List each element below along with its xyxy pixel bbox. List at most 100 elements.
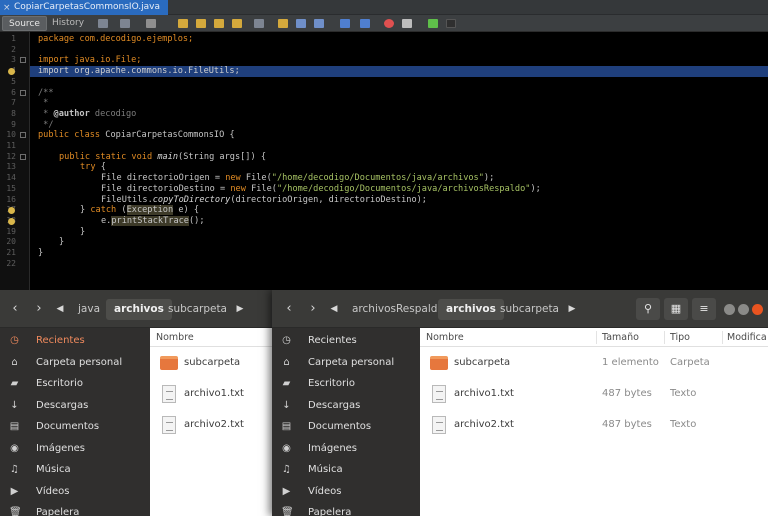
hint-bulb-icon[interactable] <box>8 217 15 225</box>
folder-icon <box>430 356 448 370</box>
sidebar-item-musica[interactable]: ♫ Música <box>0 459 150 480</box>
sidebar-item-papelera[interactable]: 🗑 Papelera <box>272 502 420 516</box>
toggle-rect-select-icon[interactable] <box>254 19 264 28</box>
sidebar-item-escritorio[interactable]: ▰ Escritorio <box>0 373 150 394</box>
hamburger-icon: ≡ <box>699 302 709 315</box>
sidebar-item-recientes[interactable]: ◷ Recientes <box>272 330 420 351</box>
fold-toggle-icon[interactable] <box>20 57 26 64</box>
breadcrumb-java[interactable]: java <box>70 299 108 320</box>
search-button[interactable]: ⚲ <box>636 298 660 320</box>
last-edit-icon[interactable] <box>98 19 108 28</box>
path-scroll-left-button[interactable]: ◀ <box>326 299 342 319</box>
sidebar-item-recientes[interactable]: ◷ Recientes <box>0 330 150 351</box>
line-number: 15 <box>6 183 16 193</box>
forward-icon[interactable] <box>146 19 156 28</box>
line-number: 1 <box>11 34 16 43</box>
stop-macro-icon[interactable] <box>402 19 412 28</box>
sidebar-item-escritorio[interactable]: ▰ Escritorio <box>272 373 420 394</box>
camera-icon: ◉ <box>282 442 291 454</box>
sidebar-item-videos[interactable]: ▶ Vídeos <box>272 481 420 502</box>
forward-button[interactable]: › <box>28 299 50 319</box>
column-header-modified[interactable]: Modifica <box>727 328 767 347</box>
file-row-archivo2[interactable]: archivo2.txt 487 bytes Texto <box>420 410 768 440</box>
menu-button[interactable]: ≡ <box>692 298 716 320</box>
breadcrumb-archivos-respaldo[interactable]: archivosRespaldo <box>344 299 452 320</box>
sidebar-item-imagenes[interactable]: ◉ Imágenes <box>272 438 420 459</box>
text-file-icon <box>162 416 176 434</box>
line-number: 5 <box>11 76 16 86</box>
video-icon: ▶ <box>10 485 19 497</box>
file-row-archivo1[interactable]: archivo1.txt 487 bytes Texto <box>420 379 768 409</box>
sidebar-item-videos[interactable]: ▶ Vídeos <box>0 481 150 502</box>
path-scroll-right-button[interactable]: ▶ <box>564 299 580 319</box>
find-next-icon[interactable] <box>214 19 224 28</box>
back-icon[interactable] <box>120 19 130 28</box>
line-number: 8 <box>11 108 16 118</box>
fold-toggle-icon[interactable] <box>20 89 26 96</box>
maximize-button[interactable] <box>738 304 749 315</box>
uncomment-icon[interactable] <box>446 19 456 28</box>
line-number: 12 <box>6 151 16 161</box>
column-header-name[interactable]: Nombre <box>426 328 464 347</box>
code-area[interactable]: package com.decodigo.ejemplos; import ja… <box>38 32 768 290</box>
sidebar-item-papelera[interactable]: 🗑 Papelera <box>0 502 150 516</box>
code-line-9: */ <box>38 119 54 130</box>
column-separator[interactable] <box>664 331 665 344</box>
code-line-12: public static void main(String args[]) { <box>59 151 266 162</box>
file-row-subcarpeta[interactable]: subcarpeta 1 elemento Carpeta <box>420 348 768 378</box>
next-bookmark-icon[interactable] <box>296 19 306 28</box>
column-separator[interactable] <box>722 331 723 344</box>
breadcrumb-subcarpeta[interactable]: subcarpeta <box>492 299 567 320</box>
editor-tab[interactable]: × CopiarCarpetasCommonsIO.java <box>0 0 169 16</box>
source-button[interactable]: Source <box>2 16 47 31</box>
line-number: 14 <box>6 173 16 183</box>
view-toggle-button[interactable]: ▦ <box>664 298 688 320</box>
line-number: 11 <box>6 141 16 150</box>
sidebar-item-descargas[interactable]: ↓ Descargas <box>0 395 150 416</box>
text-file-icon <box>432 385 446 403</box>
previous-bookmark-icon[interactable] <box>278 19 288 28</box>
back-button[interactable]: ‹ <box>4 299 26 319</box>
minimize-button[interactable] <box>724 304 735 315</box>
find-previous-icon[interactable] <box>196 19 206 28</box>
editor-tab-title: CopiarCarpetasCommonsIO.java <box>14 2 161 12</box>
sidebar-item-carpeta-personal[interactable]: ⌂ Carpeta personal <box>0 352 150 373</box>
close-icon[interactable]: × <box>3 1 11 16</box>
clock-icon: ◷ <box>282 335 291 346</box>
toggle-bookmark-icon[interactable] <box>314 19 324 28</box>
file-list: Nombre Tamaño Tipo Modifica subcarpeta 1… <box>420 328 768 516</box>
fold-toggle-icon[interactable] <box>20 132 26 139</box>
column-separator[interactable] <box>596 331 597 344</box>
sidebar-item-descargas[interactable]: ↓ Descargas <box>272 395 420 416</box>
toggle-highlight-icon[interactable] <box>232 19 242 28</box>
column-header-type[interactable]: Tipo <box>670 328 690 347</box>
back-button[interactable]: ‹ <box>278 299 300 319</box>
file-row-archivo2[interactable]: archivo2.txt <box>150 410 280 440</box>
column-header-name[interactable]: Nombre <box>150 328 280 347</box>
triangle-left-icon: ◀ <box>56 304 64 314</box>
places-sidebar: ◷ Recientes ⌂ Carpeta personal ▰ Escritorio… <box>0 328 150 516</box>
path-scroll-right-button[interactable]: ▶ <box>232 299 248 319</box>
history-button[interactable]: History <box>46 16 90 31</box>
shift-right-icon[interactable] <box>360 19 370 28</box>
code-line-21: } <box>38 248 44 258</box>
sidebar-item-documentos[interactable]: ▤ Documentos <box>272 416 420 437</box>
close-window-button[interactable] <box>752 304 763 315</box>
file-row-subcarpeta[interactable]: subcarpeta <box>150 348 280 378</box>
comment-icon[interactable] <box>428 19 438 28</box>
forward-button[interactable]: › <box>302 299 324 319</box>
find-selection-icon[interactable] <box>178 19 188 28</box>
desktop-folder-icon: ▰ <box>10 378 19 389</box>
file-row-archivo1[interactable]: archivo1.txt <box>150 379 280 409</box>
sidebar-item-musica[interactable]: ♫ Música <box>272 459 420 480</box>
column-header-size[interactable]: Tamaño <box>602 328 639 347</box>
path-scroll-left-button[interactable]: ◀ <box>52 299 68 319</box>
fold-toggle-icon[interactable] <box>20 153 26 160</box>
shift-left-icon[interactable] <box>340 19 350 28</box>
sidebar-item-carpeta-personal[interactable]: ⌂ Carpeta personal <box>272 352 420 373</box>
breadcrumb-subcarpeta[interactable]: subcarpeta <box>160 299 235 320</box>
sidebar-item-documentos[interactable]: ▤ Documentos <box>0 416 150 437</box>
grid-icon: ▦ <box>670 302 682 315</box>
start-macro-icon[interactable] <box>384 19 394 28</box>
sidebar-item-imagenes[interactable]: ◉ Imágenes <box>0 438 150 459</box>
